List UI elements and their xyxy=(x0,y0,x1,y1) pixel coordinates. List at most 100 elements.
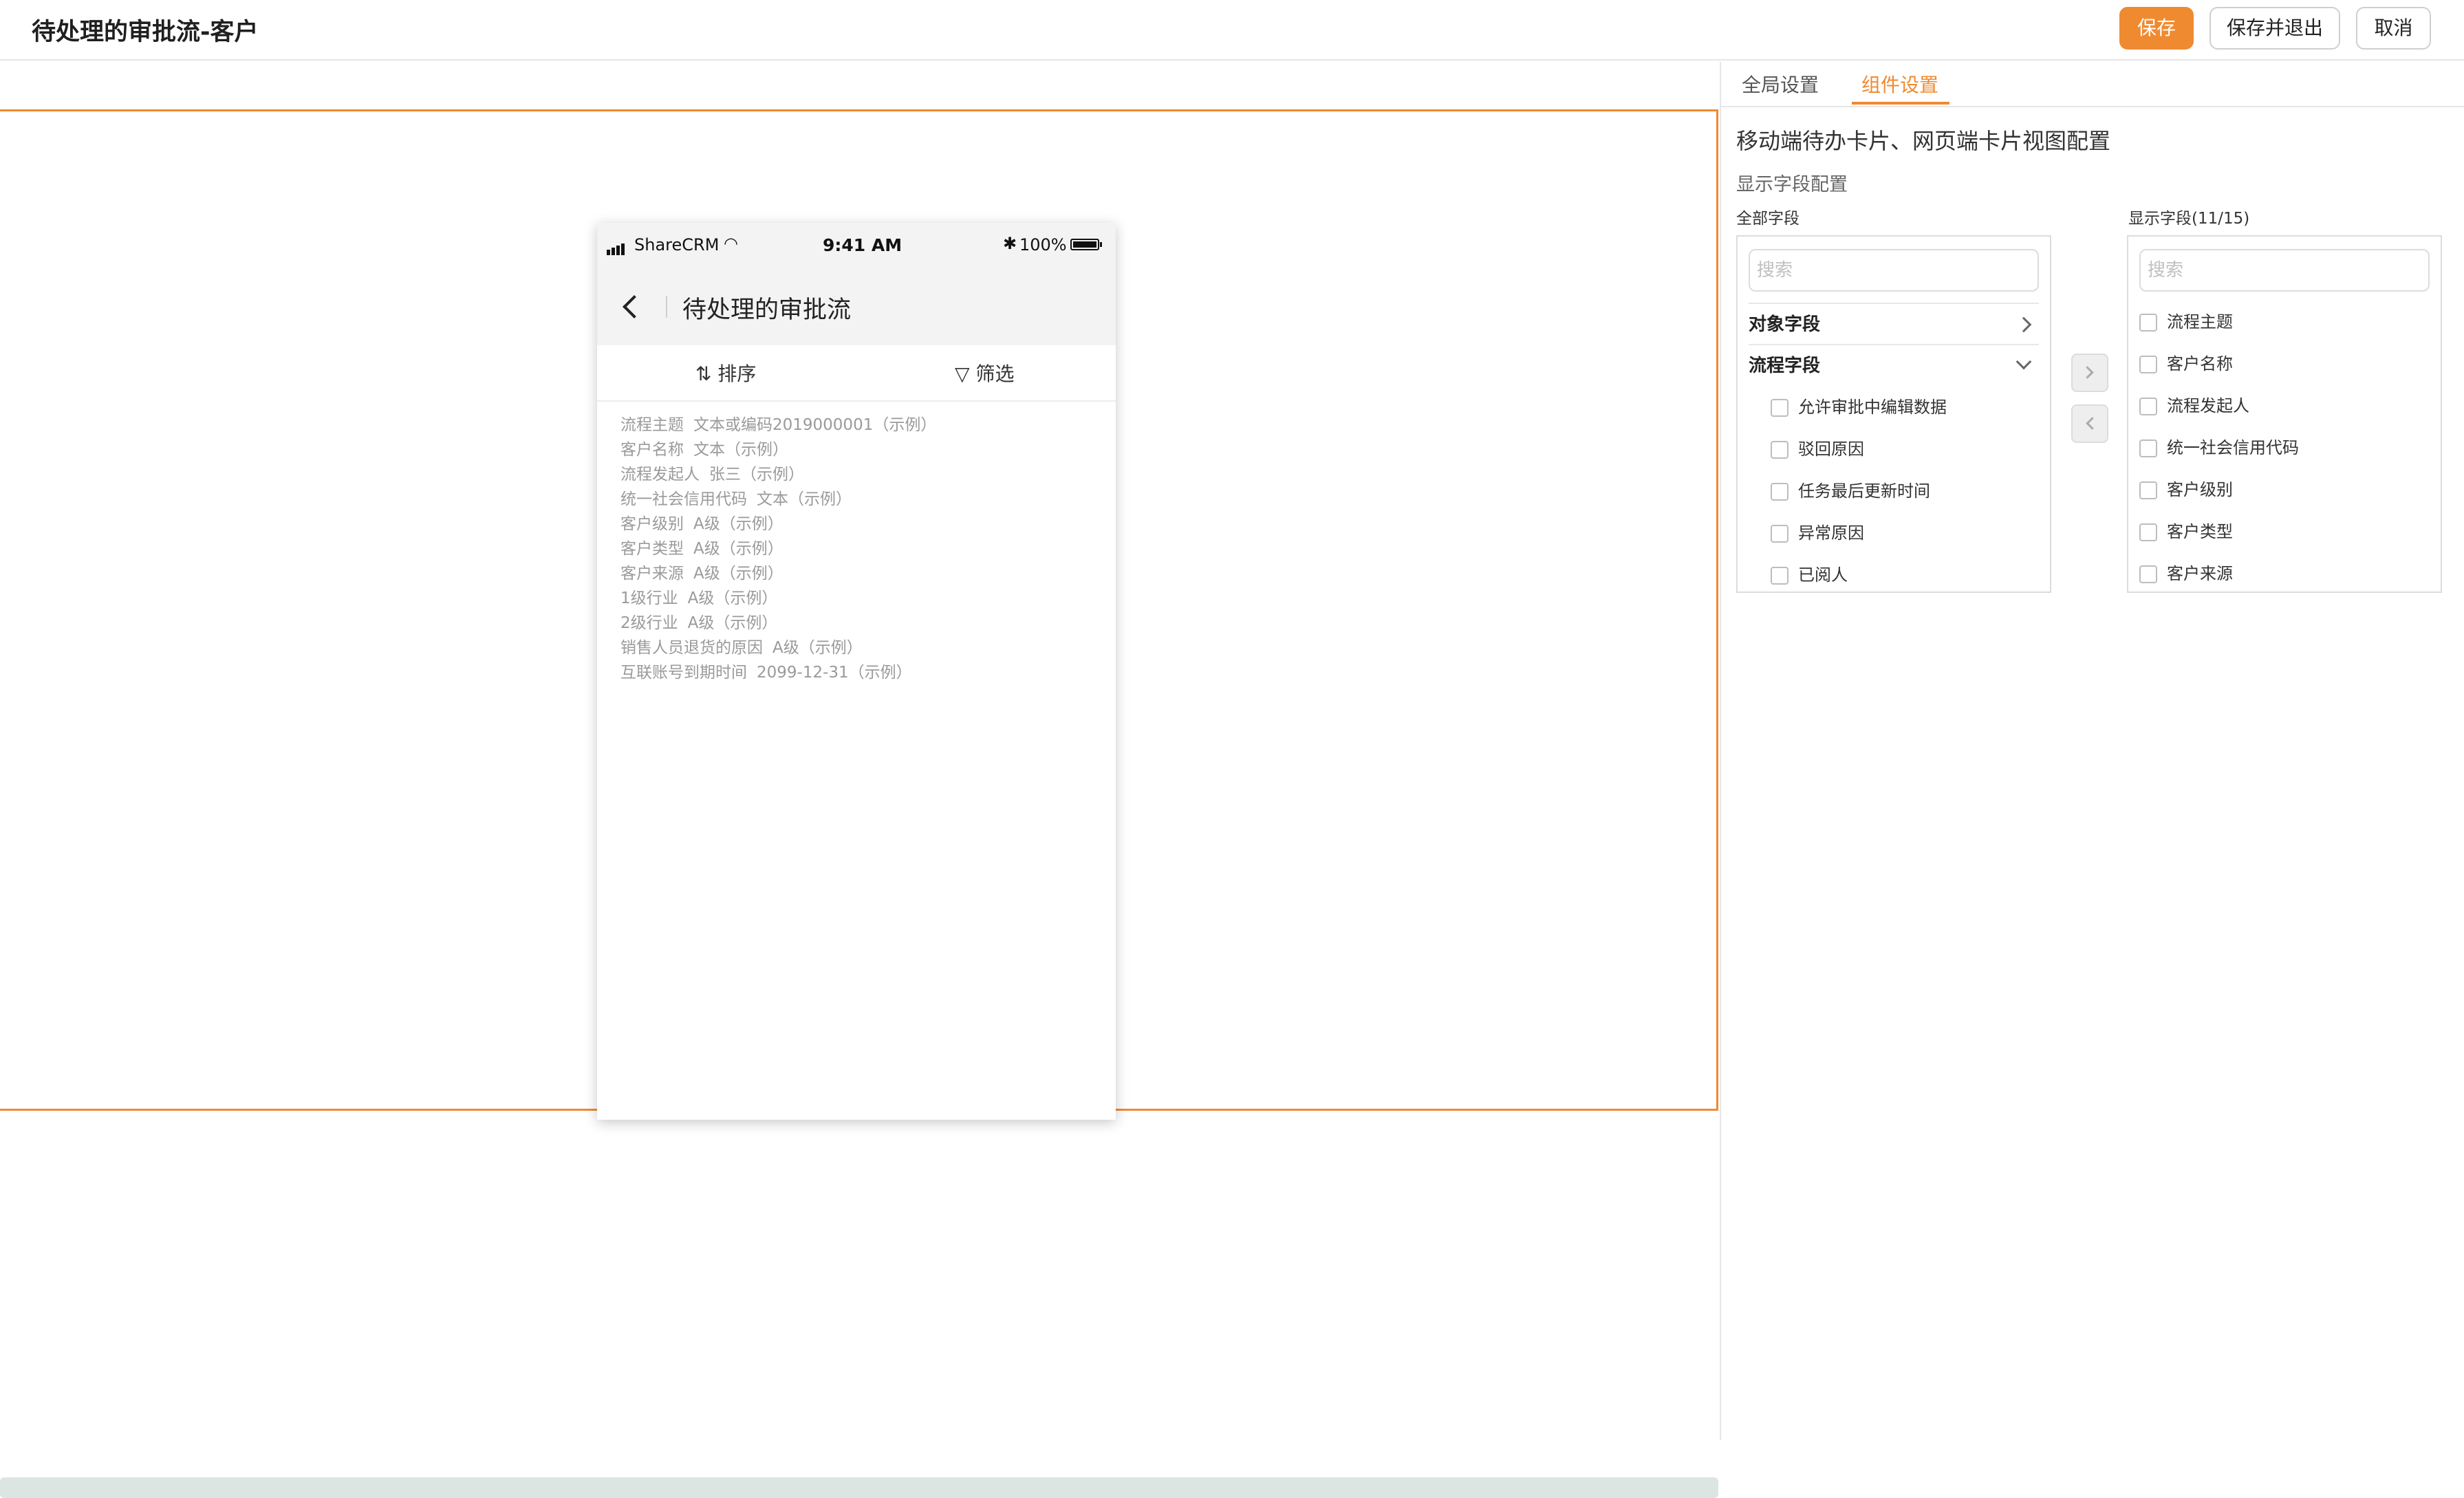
checkbox[interactable] xyxy=(2139,523,2157,541)
shown-field-item[interactable]: 客户来源 xyxy=(2139,554,2233,591)
card-field-label: 统一社会信用代码 xyxy=(620,490,747,508)
checkbox[interactable] xyxy=(1771,483,1788,501)
phone-nav-title: 待处理的审批流 xyxy=(682,296,852,324)
preview-canvas: ShareCRM ◠ 9:41 AM ✱ 100% 待处理的审批流 ⇅ 排序 ▽… xyxy=(0,62,1720,1498)
checkbox[interactable] xyxy=(2139,565,2157,583)
shown-field-item[interactable]: 统一社会信用代码 xyxy=(2139,428,2299,467)
card-field-value: 2099-12-31（示例） xyxy=(757,664,912,682)
save-button[interactable]: 保存 xyxy=(2119,7,2194,50)
all-fields-search-input[interactable] xyxy=(1749,249,2039,292)
card-field-line: 互联账号到期时间 2099-12-31（示例） xyxy=(620,660,1102,685)
field-label: 流程发起人 xyxy=(2167,396,2249,415)
sort-filter-bar: ⇅ 排序 ▽ 筛选 xyxy=(597,345,1116,402)
group-label: 流程字段 xyxy=(1749,356,1821,376)
filter-label: 筛选 xyxy=(975,362,1015,385)
card-field-value: 张三（示例） xyxy=(709,466,804,484)
card-field-label: 客户来源 xyxy=(620,565,684,583)
card-field-label: 客户名称 xyxy=(620,441,684,459)
shown-field-item[interactable]: 流程发起人 xyxy=(2139,387,2249,425)
card-field-line: 客户来源 A级（示例） xyxy=(620,561,1102,586)
checkbox[interactable] xyxy=(2139,314,2157,332)
move-right-button[interactable] xyxy=(2071,354,2108,392)
field-item[interactable]: 驳回原因 xyxy=(1771,430,1864,468)
field-item[interactable]: 允许审批中编辑数据 xyxy=(1771,388,1947,426)
group-label: 对象字段 xyxy=(1749,314,1821,335)
move-left-button[interactable] xyxy=(2071,404,2108,443)
field-label: 客户来源 xyxy=(2167,564,2233,583)
horizontal-scrollbar[interactable] xyxy=(0,1477,1718,1498)
field-config-title: 显示字段配置 xyxy=(1736,174,1848,195)
battery-percent: 100% xyxy=(1019,235,1067,254)
field-label: 任务最后更新时间 xyxy=(1798,481,1930,501)
card-field-line: 统一社会信用代码 文本（示例） xyxy=(620,487,1102,512)
checkbox[interactable] xyxy=(1771,441,1788,459)
card-field-label: 1级行业 xyxy=(620,589,678,607)
shown-fields-list: 流程主题 客户名称 流程发起人 统一社会信用代码 客户级别 客户类型 客户来源 xyxy=(2127,235,2442,593)
card-preview: 流程主题 文本或编码2019000001（示例） 客户名称 文本（示例） 流程发起人 张三… xyxy=(620,413,1102,685)
checkbox[interactable] xyxy=(2139,481,2157,499)
tab-component-settings[interactable]: 组件设置 xyxy=(1861,70,1938,98)
shown-field-item[interactable]: 流程主题 xyxy=(2139,303,2233,341)
checkbox[interactable] xyxy=(2139,439,2157,457)
status-time: 9:41 AM xyxy=(823,235,903,255)
field-label: 客户名称 xyxy=(2167,354,2233,373)
bluetooth-icon: ✱ xyxy=(1003,234,1017,253)
card-field-line: 1级行业 A级（示例） xyxy=(620,586,1102,611)
chevron-right-icon xyxy=(2081,366,2094,379)
sort-label: 排序 xyxy=(717,362,757,385)
checkbox[interactable] xyxy=(1771,567,1788,585)
all-fields-list: 对象字段 流程字段 允许审批中编辑数据 驳回原因 任务最后更新时间 异常原因 已… xyxy=(1736,235,2051,593)
shown-field-item[interactable]: 客户级别 xyxy=(2139,470,2233,509)
checkbox[interactable] xyxy=(1771,399,1788,417)
top-bar: 待处理的审批流-客户 保存 保存并退出 取消 xyxy=(0,0,2464,61)
field-item[interactable]: 已阅人 xyxy=(1771,556,1848,591)
shown-field-item[interactable]: 客户名称 xyxy=(2139,345,2233,383)
chevron-down-icon xyxy=(2015,354,2032,370)
card-field-line: 流程发起人 张三（示例） xyxy=(620,462,1102,487)
chevron-left-icon xyxy=(2086,417,2099,430)
field-label: 异常原因 xyxy=(1798,523,1864,543)
battery-icon xyxy=(1070,239,1102,250)
card-field-value: 文本或编码2019000001（示例） xyxy=(693,416,937,434)
phone-preview: ShareCRM ◠ 9:41 AM ✱ 100% 待处理的审批流 ⇅ 排序 ▽… xyxy=(597,223,1116,1120)
active-tab-indicator xyxy=(1852,102,1949,105)
cancel-button[interactable]: 取消 xyxy=(2356,7,2431,50)
field-label: 允许审批中编辑数据 xyxy=(1798,398,1947,417)
sort-icon: ⇅ xyxy=(695,362,712,385)
card-field-label: 客户级别 xyxy=(620,515,684,533)
checkbox[interactable] xyxy=(1771,525,1788,543)
card-field-line: 销售人员退货的原因 A级（示例） xyxy=(620,636,1102,660)
card-field-value: 文本（示例） xyxy=(693,441,788,459)
wifi-icon: ◠ xyxy=(724,234,738,253)
shown-fields-label: 显示字段(11/15) xyxy=(2128,210,2250,228)
carrier-name: ShareCRM xyxy=(634,235,720,254)
signal-icon xyxy=(607,242,626,255)
card-field-value: A级（示例） xyxy=(687,589,778,607)
field-item[interactable]: 异常原因 xyxy=(1771,514,1864,552)
checkbox[interactable] xyxy=(2139,398,2157,415)
all-fields-label: 全部字段 xyxy=(1736,210,1800,228)
filter-button[interactable]: ▽ 筛选 xyxy=(955,359,1014,387)
group-process-fields[interactable]: 流程字段 xyxy=(1749,344,2039,387)
phone-nav-bar: 待处理的审批流 xyxy=(597,259,1116,345)
phone-header: ShareCRM ◠ 9:41 AM ✱ 100% 待处理的审批流 xyxy=(597,223,1116,345)
shown-field-item[interactable]: 客户类型 xyxy=(2139,512,2233,551)
shown-fields-search-input[interactable] xyxy=(2139,249,2430,292)
settings-panel: 全局设置 组件设置 移动端待办卡片、网页端卡片视图配置 显示字段配置 全部字段 … xyxy=(1720,62,2464,1440)
sort-button[interactable]: ⇅ 排序 xyxy=(695,359,756,387)
settings-tabs: 全局设置 组件设置 xyxy=(1721,62,2464,107)
field-item[interactable]: 任务最后更新时间 xyxy=(1771,472,1930,510)
card-field-line: 客户名称 文本（示例） xyxy=(620,437,1102,462)
filter-icon: ▽ xyxy=(955,362,970,385)
card-field-line: 客户类型 A级（示例） xyxy=(620,536,1102,561)
group-object-fields[interactable]: 对象字段 xyxy=(1749,303,2039,345)
card-field-value: A级（示例） xyxy=(693,540,783,558)
card-field-value: A级（示例） xyxy=(687,614,778,632)
checkbox[interactable] xyxy=(2139,356,2157,373)
tab-global-settings[interactable]: 全局设置 xyxy=(1742,70,1819,98)
save-and-exit-button[interactable]: 保存并退出 xyxy=(2209,7,2340,50)
card-field-value: A级（示例） xyxy=(693,565,783,583)
card-field-value: 文本（示例） xyxy=(757,490,852,508)
back-icon[interactable] xyxy=(623,295,646,318)
field-label: 客户类型 xyxy=(2167,522,2233,541)
